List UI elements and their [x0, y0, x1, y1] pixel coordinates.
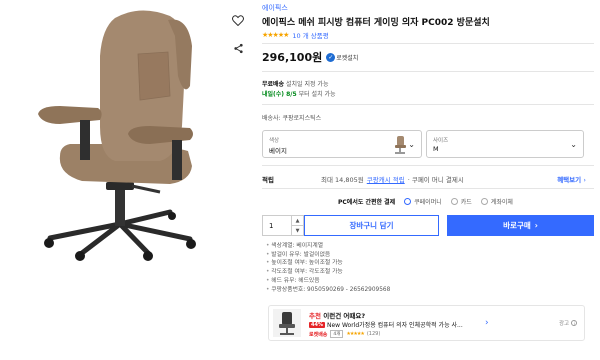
- divider: [262, 165, 594, 166]
- free-shipping: 무료배송 설치일 지정 가능: [262, 79, 328, 88]
- add-to-cart-button[interactable]: 장바구니 담기: [304, 215, 439, 236]
- spec-item: 높이조절 여부: 높이조절 가능: [266, 259, 390, 268]
- quantity-arrows: ▲ ▼: [291, 216, 303, 235]
- gallery-column: [0, 0, 255, 360]
- delivery-company: 배송사: 쿠팡로지스틱스: [262, 115, 322, 122]
- payment-method-label: 쿠페이머니: [414, 199, 442, 206]
- side-actions: [228, 10, 250, 66]
- spec-item: 발걸이 유무: 발걸이없음: [266, 251, 390, 260]
- spec-item: 각도조절 여부: 각도조절 가능: [266, 268, 390, 277]
- free-shipping-label: 무료배송: [262, 81, 285, 88]
- benefit-link-label: 혜택보기: [557, 176, 582, 184]
- recommendation-thumbnail: [273, 309, 301, 337]
- cash-label: 적립: [262, 176, 274, 184]
- arrival-info: 내일(수) 8/5 부터 설치 가능: [262, 89, 336, 98]
- chevron-right-icon[interactable]: ›: [485, 318, 489, 328]
- chevron-down-icon: ⌄: [570, 140, 577, 149]
- recommendation-head: 이런건 어때요?: [323, 312, 366, 320]
- divider: [262, 43, 594, 44]
- card-icon: [450, 198, 458, 205]
- spec-item: 색상계열: 베이지계열: [266, 242, 390, 251]
- color-select-value: 베이지: [269, 147, 287, 155]
- rocket-badge: ✓ 로켓설치: [326, 52, 359, 62]
- payment-method-card[interactable]: 카드: [450, 197, 472, 206]
- cash-suffix: · 쿠페이 머니 결제시: [407, 176, 464, 184]
- chevron-right-icon: ›: [534, 221, 538, 230]
- ad-label-text: 광고: [559, 321, 570, 327]
- payment-methods: PC에서도 간편한 결제 쿠페이머니 카드 계좌이체: [338, 197, 513, 206]
- price-row: 296,100원 ✓ 로켓설치: [262, 49, 358, 65]
- quantity-up-icon[interactable]: ▲: [292, 216, 303, 226]
- free-shipping-text: 설치일 지정 가능: [286, 81, 329, 88]
- payment-method-label: 카드: [460, 199, 472, 206]
- recommendation-card[interactable]: 추천 이런건 어때요? 44% New World가정용 컴퓨터 의자 인체공학…: [268, 305, 585, 341]
- product-title: 에이픽스 메쉬 피시방 컴퓨터 게이밍 의자 PC002 방문설치: [262, 18, 490, 28]
- payment-title: PC에서도 간편한 결제: [338, 199, 396, 206]
- recommendation-stars: ★★★★★: [346, 331, 364, 337]
- price: 296,100원: [262, 51, 323, 64]
- divider: [262, 104, 594, 105]
- cash-max: 최대 14,805원: [321, 176, 364, 184]
- recommendation-review-count: (129): [366, 331, 381, 337]
- cash-reward-row: 적립 최대 14,805원 쿠팡캐시 적립 · 쿠페이 머니 결제시 혜택보기 …: [262, 174, 594, 184]
- recommendation-prefix: 추천: [309, 312, 321, 320]
- size-select-value: M: [433, 145, 439, 153]
- rocket-label: 로켓설치: [336, 54, 359, 62]
- buy-now-button[interactable]: 바로구매 ›: [447, 215, 594, 236]
- payment-method-transfer[interactable]: 계좌이체: [480, 197, 513, 206]
- recommendation-meta: 로켓배송 4개 ★★★★★ (129): [309, 330, 380, 338]
- share-icon[interactable]: [228, 38, 248, 58]
- rocket-delivery-badge: 로켓배송: [309, 331, 328, 338]
- payment-method-coupay[interactable]: 쿠페이머니: [404, 197, 442, 206]
- payment-method-label: 계좌이체: [490, 199, 513, 206]
- rating-stars: ★★★★★: [262, 31, 289, 39]
- benefit-link[interactable]: 혜택보기 ›: [557, 174, 586, 184]
- review-count-link[interactable]: 10 개 상품평: [292, 30, 328, 40]
- quantity-down-icon[interactable]: ▼: [292, 226, 303, 235]
- rating-row: ★★★★★ 10 개 상품평: [262, 30, 329, 40]
- arrival-text: 부터 설치 가능: [298, 91, 336, 98]
- heart-icon[interactable]: [228, 10, 248, 30]
- quantity-pill: 4개: [330, 330, 344, 338]
- ad-label[interactable]: 광고 i: [559, 319, 578, 327]
- quantity-input[interactable]: 1: [263, 216, 291, 235]
- color-select-label: 색상: [269, 138, 280, 144]
- divider: [262, 71, 594, 72]
- arrival-date: 내일(수) 8/5: [262, 91, 297, 98]
- coupay-icon: [404, 198, 412, 205]
- discount-badge: 44%: [309, 321, 325, 328]
- chevron-right-icon: ›: [583, 176, 586, 184]
- quantity-stepper[interactable]: 1 ▲ ▼: [262, 215, 304, 236]
- spec-item: 쿠팡상품번호: 9050590269 - 26562909568: [266, 286, 390, 295]
- recommendation-title-row: 44% New World가정용 컴퓨터 의자 인체공학적 가능 사...: [309, 320, 463, 329]
- coupang-cash-link[interactable]: 쿠팡캐시 적립: [367, 174, 405, 184]
- rocket-icon: ✓: [326, 52, 336, 62]
- chevron-down-icon: ⌄: [408, 140, 415, 149]
- bank-icon: [480, 198, 488, 205]
- size-select-label: 사이즈: [433, 138, 449, 144]
- recommendation-heading: 추천 이런건 어때요?: [309, 310, 365, 320]
- buy-now-label: 바로구매: [503, 221, 531, 230]
- divider: [262, 188, 594, 189]
- color-select[interactable]: 색상 베이지 ⌄: [262, 130, 422, 158]
- size-select[interactable]: 사이즈 M ⌄: [426, 130, 584, 158]
- spec-item: 헤드 유무: 헤드있음: [266, 277, 390, 286]
- info-icon: i: [571, 320, 578, 326]
- product-info: 에이픽스 에이픽스 메쉬 피시방 컴퓨터 게이밍 의자 PC002 방문설치 ★…: [262, 0, 594, 360]
- option-thumbnail: [395, 136, 406, 154]
- recommendation-title[interactable]: New World가정용 컴퓨터 의자 인체공학적 가능 사...: [327, 320, 463, 329]
- product-image[interactable]: [20, 6, 220, 261]
- brand-link[interactable]: 에이픽스: [262, 3, 288, 13]
- spec-list: 색상계열: 베이지계열 발걸이 유무: 발걸이없음 높이조절 여부: 높이조절 …: [266, 242, 390, 294]
